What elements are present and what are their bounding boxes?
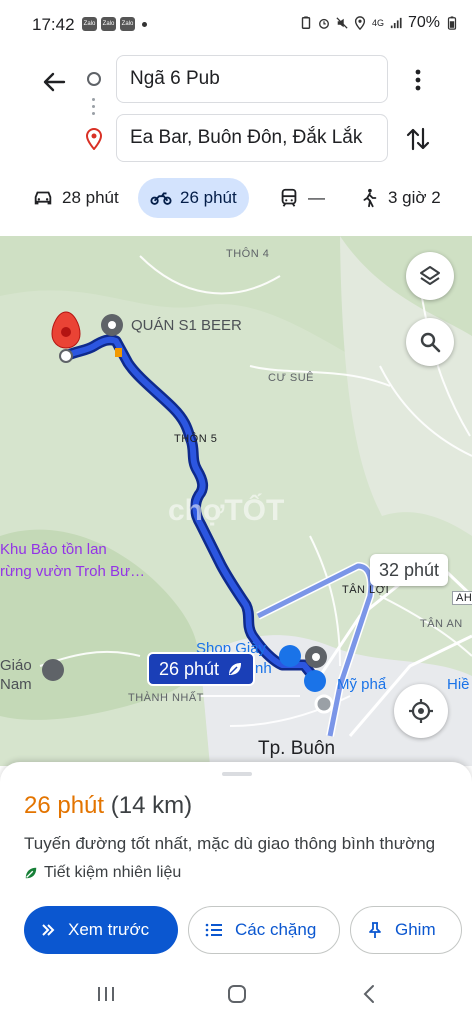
highway-shield: AH: [452, 591, 472, 605]
preview-button[interactable]: Xem trước: [24, 906, 178, 954]
steps-label: Các chặng: [235, 920, 317, 939]
place-thon4: THÔN 4: [226, 248, 270, 260]
steps-button[interactable]: Các chặng: [188, 906, 340, 954]
layers-icon: [420, 266, 440, 285]
transit-icon: [281, 188, 297, 207]
back-arrow-icon[interactable]: [38, 66, 70, 98]
mode-motorbike-tab[interactable]: 26 phút: [138, 178, 249, 218]
alternate-route-time: 32 phút: [379, 559, 440, 580]
fuel-saving-row: Tiết kiệm nhiên liệu: [24, 864, 181, 882]
poi-quan-s1-beer[interactable]: QUÁN S1 BEER: [131, 317, 242, 334]
battery-percent: 70%: [407, 14, 440, 31]
place-cusue: CƯ SUÊ: [268, 372, 315, 384]
preview-label: Xem trước: [68, 920, 150, 939]
search-along-route-button[interactable]: [406, 318, 454, 366]
leaf-icon: [25, 867, 37, 879]
poi-giao-line1[interactable]: Giáo: [0, 657, 32, 674]
battery-saver-icon: [301, 16, 311, 29]
origin-circle-icon: [87, 72, 101, 86]
layers-button[interactable]: [406, 252, 454, 300]
route-dots-icon: [92, 98, 96, 119]
walk-icon: [363, 188, 377, 208]
alarm-icon: [318, 18, 329, 29]
mode-car-tab[interactable]: 28 phút: [20, 178, 131, 218]
more-notifications-icon: [142, 21, 147, 27]
destination-input[interactable]: Ea Bar, Buôn Đôn, Đắk Lắk: [116, 114, 388, 162]
pin-icon: [369, 922, 381, 938]
eta-time: 26 phút: [24, 792, 105, 819]
selected-route-chip[interactable]: 26 phút: [147, 652, 256, 686]
travel-modes: 28 phút 26 phút — 3 giờ 2: [0, 178, 472, 220]
drag-handle[interactable]: [222, 772, 252, 776]
mode-car-label: 28 phút: [62, 188, 119, 207]
place-thanhnhat: THÀNH NHẤT: [128, 692, 204, 704]
origin-input[interactable]: Ngã 6 Pub: [116, 55, 388, 103]
status-bar: 17:42 Zalo Zalo Zalo 4G 70%: [0, 0, 472, 50]
fuel-saving-label: Tiết kiệm nhiên liệu: [44, 864, 182, 881]
mode-transit-label: —: [308, 188, 325, 207]
mode-walk-tab[interactable]: 3 giờ 2: [346, 178, 453, 218]
selected-route-time: 26 phút: [159, 658, 220, 679]
alternate-route-chip[interactable]: 32 phút: [370, 554, 449, 586]
poi-hie[interactable]: Hiề: [447, 676, 470, 693]
motorbike-icon: [150, 192, 172, 205]
signal-icon: [390, 17, 402, 29]
place-tanan: TÂN AN: [420, 618, 463, 630]
mute-icon: [336, 17, 348, 29]
my-location-button[interactable]: [394, 684, 448, 738]
leaf-icon: [229, 663, 242, 675]
status-time: 17:42: [32, 15, 75, 34]
mode-walk-label: 3 giờ 2: [388, 188, 441, 207]
location-icon: [354, 16, 366, 30]
zalo-icon: Zalo: [82, 17, 97, 31]
more-options-icon[interactable]: [404, 62, 432, 98]
list-icon: [205, 923, 222, 937]
route-description: Tuyến đường tốt nhất, mặc dù giao thông …: [24, 834, 436, 853]
eta-summary: 26 phút (14 km): [24, 792, 192, 820]
poi-shop-line2[interactable]: nh: [255, 660, 272, 677]
network-type: 4G: [371, 17, 384, 28]
destination-pin-icon: [85, 128, 103, 150]
poi-khu-bao-ton-line1[interactable]: Khu Bảo tồn lan: [0, 541, 107, 558]
status-right: 4G 70%: [300, 14, 458, 32]
place-thon5: THÔN 5: [174, 433, 218, 445]
pin-label: Ghim: [395, 920, 436, 939]
search-icon: [420, 332, 441, 353]
system-nav-bar: [0, 968, 472, 1024]
zalo-icon: Zalo: [101, 17, 116, 31]
poi-khu-bao-ton-line2[interactable]: rừng vườn Troh Bư…: [0, 563, 145, 580]
watermark: chợTỐT: [168, 494, 285, 527]
city-label: Tp. Buôn: [258, 738, 336, 759]
zalo-icon: Zalo: [120, 17, 135, 31]
recent-apps-icon[interactable]: [94, 982, 118, 1006]
back-icon[interactable]: [358, 982, 382, 1006]
pin-button[interactable]: Ghim: [350, 906, 462, 954]
battery-icon: [447, 16, 457, 30]
map-view[interactable]: THÔN 4 CƯ SUÊ THÔN 5 TÂN LỢI TÂN AN THÀN…: [0, 236, 472, 766]
poi-my-pham[interactable]: Mỹ phẩ: [337, 676, 386, 693]
double-chevron-icon: [42, 924, 55, 936]
notification-icons: Zalo Zalo Zalo: [82, 17, 147, 31]
directions-header: Ngã 6 Pub Ea Bar, Buôn Đôn, Đắk Lắk 28 p…: [0, 50, 472, 236]
home-icon[interactable]: [225, 982, 249, 1006]
mode-motorbike-label: 26 phút: [180, 188, 237, 207]
mode-transit-tab[interactable]: —: [266, 178, 337, 218]
car-icon: [34, 191, 52, 205]
poi-giao-line2[interactable]: Nam: [0, 676, 32, 693]
swap-icon[interactable]: [403, 124, 433, 154]
crosshair-icon: [409, 699, 433, 723]
eta-distance: (14 km): [110, 792, 193, 819]
